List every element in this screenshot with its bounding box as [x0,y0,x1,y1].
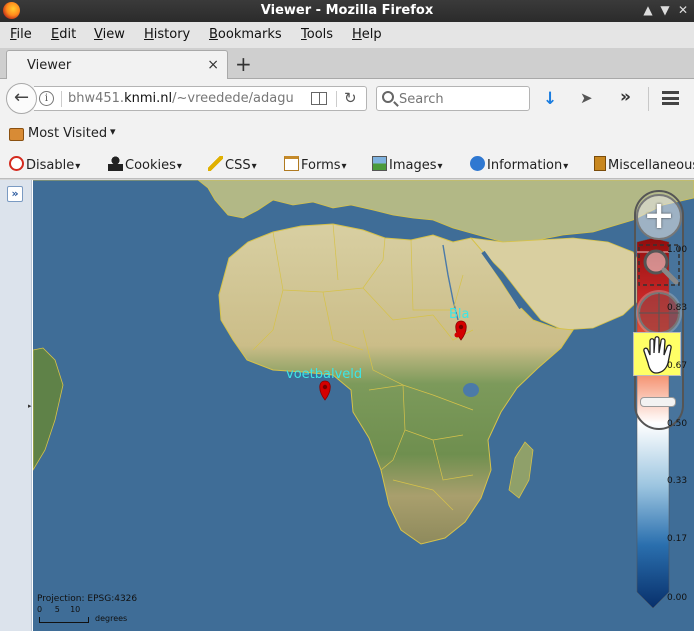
url-divider-2 [336,91,337,107]
back-button[interactable]: ← [6,83,37,114]
page-content: » ▸ Bla voetbalveld + 1.00 0.83 0.67 0.5… [0,180,694,631]
zoom-out-button[interactable] [636,380,682,420]
window-title: Viewer - Mozilla Firefox [260,3,434,18]
marker-label-bla: Bla [449,307,470,322]
marker-voetbalveld[interactable] [319,380,331,401]
rotate-button[interactable] [636,290,682,336]
url-divider [61,91,62,107]
new-tab-button[interactable]: + [235,52,252,76]
search-icon [382,91,394,103]
navigation-bar: i bhw451.knmi.nl/~vreedede/adagu ↻ ← ↓ ➤… [0,79,694,119]
expand-sidebar-button[interactable]: » [7,186,23,202]
legend-label: 0.17 [667,534,688,544]
zoom-in-button[interactable]: + [636,194,682,240]
cookies-menu[interactable]: Cookies▾ [108,156,182,173]
basemap-svg [33,180,694,609]
search-input[interactable] [399,90,524,108]
menu-edit[interactable]: Edit [51,27,76,42]
madagascar-landmass [508,441,534,499]
hamburger-menu-icon[interactable] [662,91,679,105]
menu-view[interactable]: View [94,27,125,42]
miscellaneous-menu[interactable]: Miscellaneous [594,156,694,173]
marker-label-voetbalveld: voetbalveld [286,367,363,382]
miscellaneous-icon [594,156,606,171]
folder-icon [9,128,24,141]
tab-label: Viewer [27,58,72,73]
web-developer-toolbar: Disable▾ Cookies▾ CSS▾ Forms▾ Images▾ In… [0,149,694,179]
lake-victoria [463,383,479,397]
most-visited-bookmark[interactable]: Most Visited [28,126,107,141]
menu-history[interactable]: History [144,27,190,42]
bookmarks-toolbar: Most Visited ▾ [0,119,694,149]
reload-icon[interactable]: ↻ [344,89,357,107]
overflow-menu-icon[interactable]: » [620,87,631,107]
disable-icon [9,156,24,171]
maximize-icon[interactable]: ▼ [657,2,673,18]
forms-icon [284,156,299,171]
globe-icon [638,292,680,334]
chevron-down-icon[interactable]: ▾ [110,125,116,138]
tab-strip: Viewer × + [0,48,694,80]
tab-close-icon[interactable]: × [207,57,219,73]
south-america-landmass [33,347,64,471]
window-titlebar: Viewer - Mozilla Firefox ▲ ▼ ✕ [0,0,694,22]
forms-menu[interactable]: Forms▾ [284,156,347,173]
map-canvas[interactable]: Bla voetbalveld + 1.00 0.83 0.67 0.50 0.… [33,180,694,631]
images-menu[interactable]: Images▾ [372,156,443,173]
menu-bookmarks[interactable]: Bookmarks [209,27,282,42]
scale-ticks: 0 5 10 [37,605,81,614]
close-window-icon[interactable]: ✕ [675,2,691,18]
disable-menu[interactable]: Disable▾ [9,156,80,173]
scale-bar [39,617,89,623]
legend-label: 0.83 [667,303,688,313]
css-icon [208,156,223,171]
menu-bar: File Edit View History Bookmarks Tools H… [0,22,694,48]
legend-label: 0.67 [667,361,688,371]
toolbar-divider [648,87,649,111]
send-tab-icon[interactable]: ➤ [580,89,593,107]
layer-sidebar: » ▸ [0,180,32,631]
images-icon [372,156,387,171]
projection-label: Projection: EPSG:4326 [37,594,138,604]
information-icon [470,156,485,171]
minimize-icon[interactable]: ▲ [640,2,656,18]
tab-viewer[interactable]: Viewer × [6,50,228,80]
css-menu[interactable]: CSS▾ [208,156,257,173]
menu-tools[interactable]: Tools [301,27,333,42]
site-info-icon[interactable]: i [39,91,54,106]
scale-units: degrees [95,614,128,623]
legend-label: 0.00 [667,593,688,603]
download-icon[interactable]: ↓ [543,89,557,109]
cookies-icon [108,156,123,171]
sidebar-handle-icon[interactable]: ▸ [28,402,32,410]
reader-view-icon[interactable] [311,92,327,105]
url-bar[interactable]: i bhw451.knmi.nl/~vreedede/adagu ↻ [34,86,367,111]
menu-help[interactable]: Help [352,27,382,42]
menu-file[interactable]: File [10,27,32,42]
legend-label: 0.33 [667,476,688,486]
legend-label: 1.00 [667,245,688,255]
search-box[interactable] [376,86,530,111]
information-menu[interactable]: Information▾ [470,156,568,173]
url-text[interactable]: bhw451.knmi.nl/~vreedede/adagu [68,91,294,106]
legend-label: 0.50 [667,419,688,429]
